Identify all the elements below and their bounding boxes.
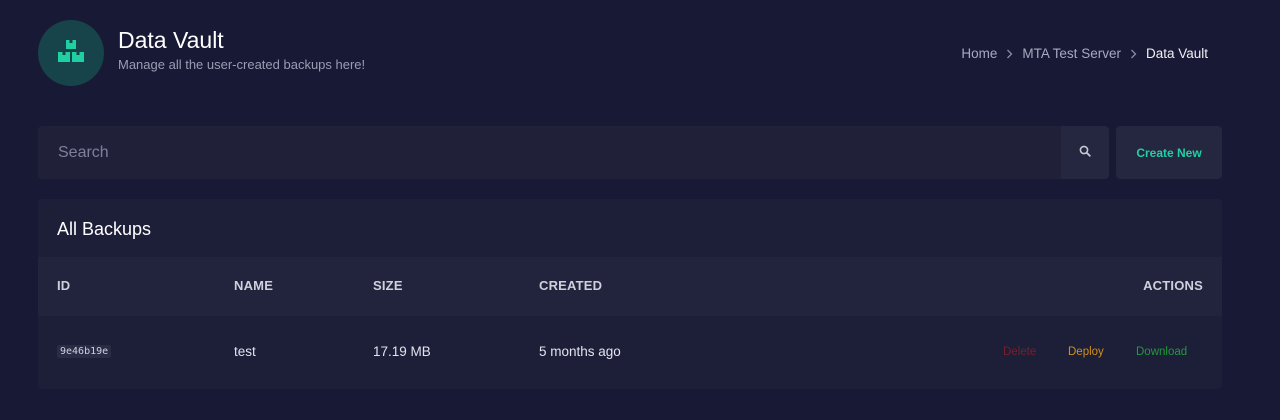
card-title: All Backups: [57, 219, 152, 239]
page-header: Data Vault Manage all the user-created b…: [38, 20, 1222, 86]
breadcrumb-server[interactable]: MTA Test Server: [1022, 46, 1121, 61]
backup-created: 5 months ago: [539, 344, 621, 359]
search-button[interactable]: [1061, 126, 1109, 179]
download-button[interactable]: Download: [1136, 346, 1187, 358]
column-actions: ACTIONS: [1143, 278, 1203, 293]
column-name: NAME: [234, 278, 274, 293]
column-size: SIZE: [373, 278, 403, 293]
backup-name: test: [234, 344, 256, 359]
page-subtitle: Manage all the user-created backups here…: [118, 57, 366, 72]
breadcrumb: Home MTA Test Server Data Vault: [961, 46, 1208, 61]
page-title: Data Vault: [118, 27, 224, 53]
search-input[interactable]: [38, 126, 1061, 179]
backup-id: 9e46b19e: [57, 345, 112, 358]
column-id: ID: [57, 278, 71, 293]
search-icon: [1079, 144, 1091, 162]
delete-button[interactable]: Delete: [1003, 346, 1036, 358]
logo: [38, 20, 104, 86]
column-created: CREATED: [539, 278, 603, 293]
create-new-button[interactable]: Create New: [1116, 126, 1222, 179]
table-header: ID NAME SIZE CREATED ACTIONS: [38, 257, 1222, 316]
chevron-right-icon: [1006, 49, 1013, 59]
search-container: [38, 126, 1061, 179]
breadcrumb-current: Data Vault: [1145, 46, 1208, 61]
breadcrumb-home[interactable]: Home: [961, 46, 997, 61]
backups-card: All Backups ID NAME SIZE CREATED ACTIONS…: [38, 199, 1222, 389]
deploy-button[interactable]: Deploy: [1068, 346, 1104, 358]
chevron-right-icon: [1130, 49, 1137, 59]
boxes-icon: [56, 38, 86, 69]
table-row: 9e46b19e test 17.19 MB 5 months ago Dele…: [38, 316, 1222, 389]
backup-size: 17.19 MB: [373, 344, 431, 359]
